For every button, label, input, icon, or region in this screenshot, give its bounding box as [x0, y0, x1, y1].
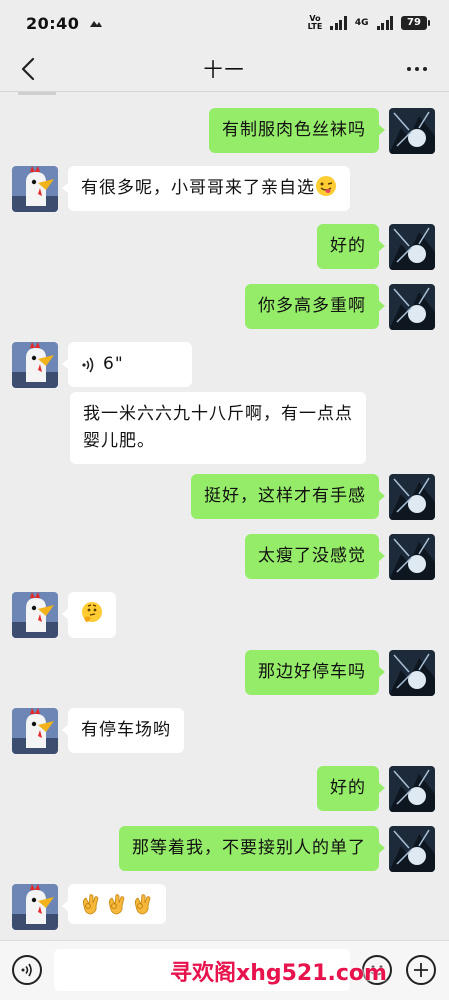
message-incoming — [12, 592, 116, 638]
scroll-indicator — [18, 92, 56, 95]
contact-avatar[interactable] — [12, 342, 58, 388]
chat-header: 十一 — [0, 46, 449, 92]
message-outgoing: 有制服肉色丝袜吗 — [209, 108, 435, 154]
message-outgoing: 你多高多重啊 — [245, 284, 435, 330]
message-incoming: 有很多呢，小哥哥来了亲自选 — [12, 166, 350, 212]
message-line: 婴儿肥。 — [83, 431, 155, 451]
more-functions-button[interactable] — [406, 955, 436, 985]
chevron-left-icon — [21, 57, 35, 81]
message-outgoing: 那等着我，不要接别人的单了 — [119, 826, 435, 872]
message-outgoing: 好的 — [317, 766, 435, 812]
voice-input-button[interactable] — [12, 955, 42, 985]
my-avatar[interactable] — [389, 108, 435, 154]
network-type: 4G — [354, 18, 369, 28]
winking-tongue-emoji-icon — [316, 176, 336, 196]
more-button[interactable] — [403, 58, 431, 80]
ok-hand-emoji-icon — [134, 894, 151, 915]
message-incoming: 我一米六六九十八斤啊，有一点点 婴儿肥。 — [68, 392, 366, 464]
message-line: 我一米六六九十八斤啊，有一点点 — [83, 404, 353, 424]
message-bubble[interactable] — [62, 592, 116, 638]
ok-hand-emoji-icon — [82, 894, 99, 915]
message-bubble[interactable] — [62, 884, 166, 924]
message-bubble[interactable]: 我一米六六九十八斤啊，有一点点 婴儿肥。 — [70, 392, 366, 464]
message-outgoing: 好的 — [317, 224, 435, 270]
status-time: 20:40 — [26, 13, 80, 33]
message-outgoing: 太瘦了没感觉 — [245, 534, 435, 580]
message-bubble[interactable]: 有很多呢，小哥哥来了亲自选 — [62, 166, 350, 211]
message-bubble[interactable]: 有制服肉色丝袜吗 — [209, 108, 385, 153]
volte-indicator: Vo LTE — [307, 14, 323, 31]
my-avatar[interactable] — [389, 284, 435, 330]
back-button[interactable] — [14, 55, 42, 83]
watermark-text: 寻欢阁xhg521.com — [170, 961, 387, 986]
message-bubble[interactable]: 好的 — [317, 224, 385, 269]
battery-icon: 79 — [401, 16, 430, 30]
voice-duration: 6" — [103, 354, 124, 374]
contact-avatar[interactable] — [12, 592, 58, 638]
contact-avatar[interactable] — [12, 166, 58, 212]
thinking-face-emoji-icon — [82, 602, 102, 622]
message-outgoing: 那边好停车吗 — [245, 650, 435, 696]
contact-avatar[interactable] — [12, 884, 58, 930]
message-bubble[interactable]: 那边好停车吗 — [245, 650, 385, 695]
status-bar: 20:40 Vo LTE 4G 79 — [0, 0, 449, 46]
message-outgoing: 挺好，这样才有手感 — [191, 474, 435, 520]
signal-icon-2 — [376, 16, 393, 30]
voice-icon — [21, 963, 32, 977]
my-avatar[interactable] — [389, 766, 435, 812]
message-bubble[interactable]: 你多高多重啊 — [245, 284, 385, 329]
more-dots-icon — [407, 67, 411, 71]
contact-avatar[interactable] — [12, 708, 58, 754]
my-avatar[interactable] — [389, 474, 435, 520]
my-avatar[interactable] — [389, 826, 435, 872]
message-bubble[interactable]: 有停车场哟 — [62, 708, 184, 753]
message-incoming — [12, 884, 166, 930]
plus-icon — [414, 963, 428, 977]
chat-title: 十一 — [203, 59, 246, 81]
message-incoming: 有停车场哟 — [12, 708, 184, 754]
message-bubble[interactable]: 好的 — [317, 766, 385, 811]
message-incoming: 6" — [12, 342, 192, 388]
voice-wave-icon — [82, 357, 94, 372]
signal-icon — [330, 16, 347, 30]
ok-hand-emoji-icon — [108, 894, 125, 915]
notification-icon — [90, 21, 103, 27]
my-avatar[interactable] — [389, 224, 435, 270]
my-avatar[interactable] — [389, 534, 435, 580]
voice-message-bubble[interactable]: 6" — [62, 342, 192, 387]
my-avatar[interactable] — [389, 650, 435, 696]
message-bubble[interactable]: 太瘦了没感觉 — [245, 534, 385, 579]
message-bubble[interactable]: 那等着我，不要接别人的单了 — [119, 826, 385, 871]
message-bubble[interactable]: 挺好，这样才有手感 — [191, 474, 385, 519]
